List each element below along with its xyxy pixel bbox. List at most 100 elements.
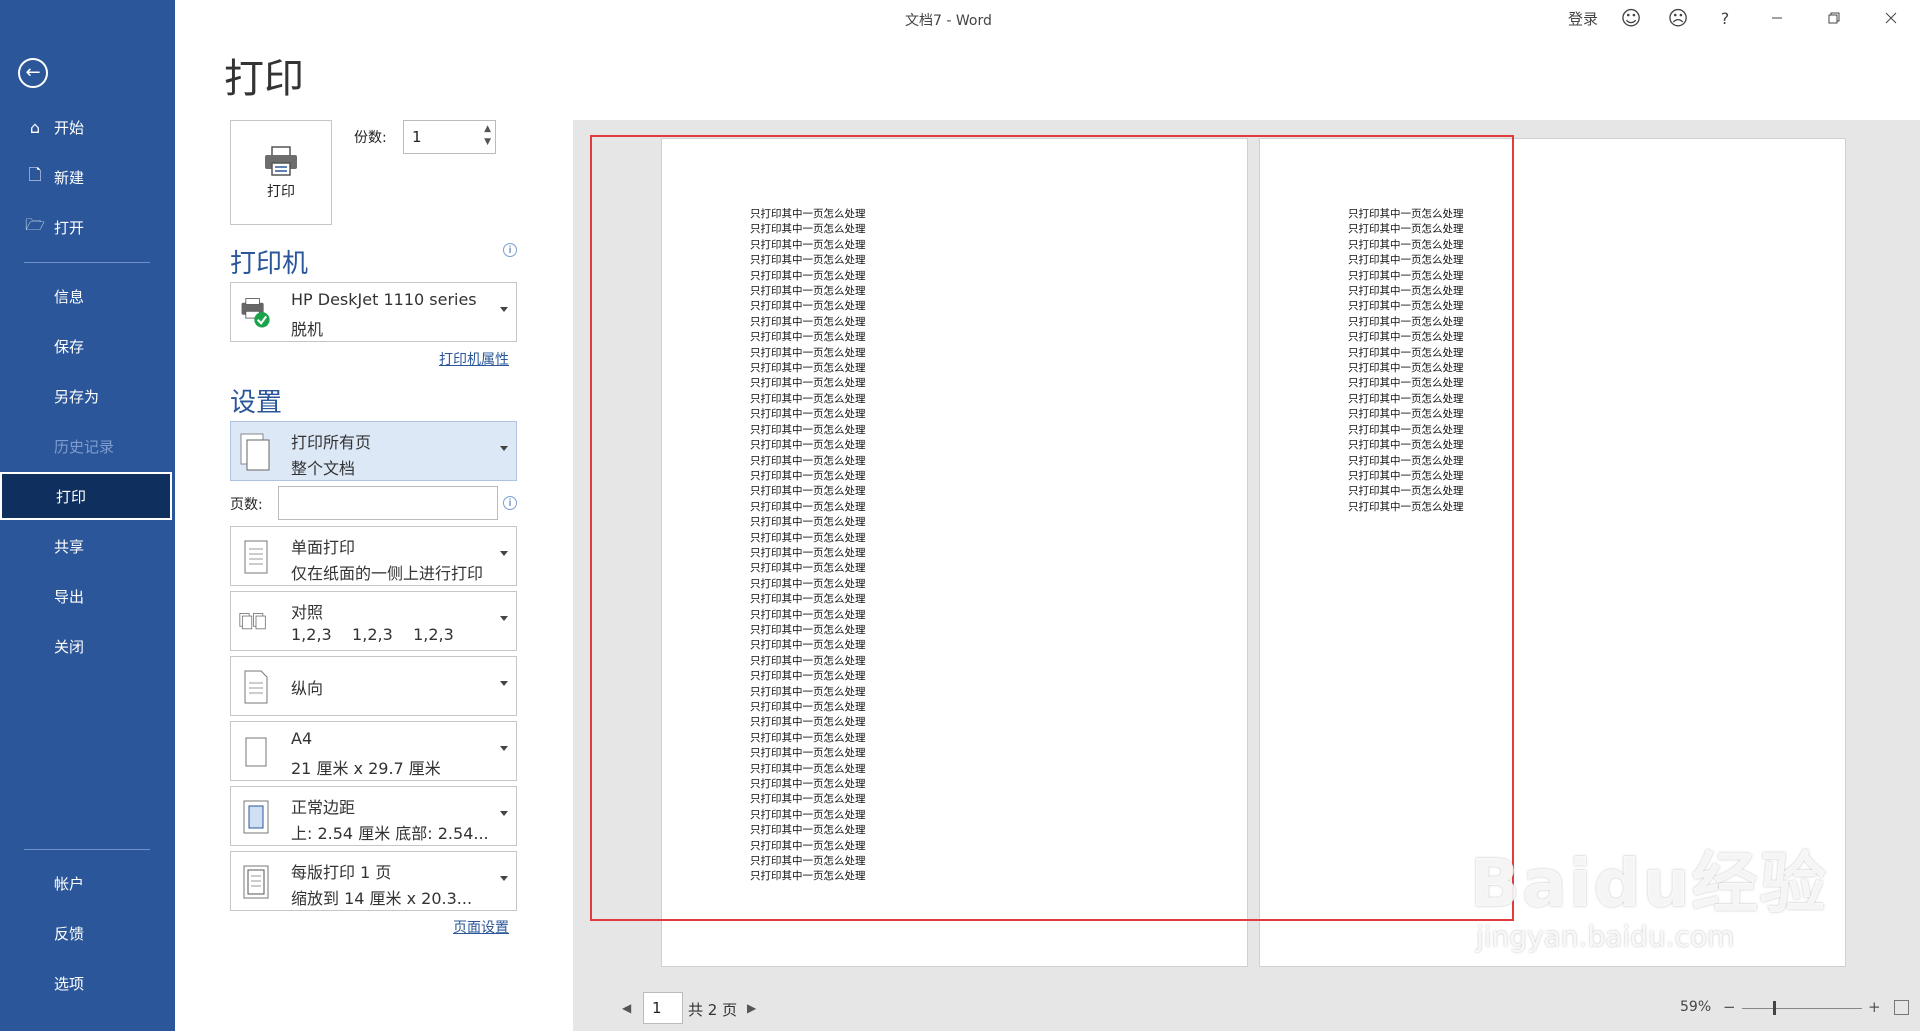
new-document-icon: 🗋 [28, 164, 42, 184]
single-sided-icon [244, 540, 268, 574]
sidebar-item-label: 选项 [54, 974, 85, 993]
sidebar-item-label: 导出 [54, 587, 85, 606]
zoom-slider[interactable] [1742, 1008, 1862, 1009]
back-arrow-icon[interactable]: ← [18, 58, 48, 88]
page-1-text: 只打印其中一页怎么处理 只打印其中一页怎么处理 只打印其中一页怎么处理 只打印其… [750, 208, 866, 883]
zoom-out-button[interactable]: − [1723, 998, 1736, 1016]
preview-navigation-bar [573, 985, 1920, 1031]
printer-status: 脱机 [291, 320, 324, 339]
chevron-down-icon [500, 307, 508, 312]
sidebar-item-label: 帐户 [54, 874, 85, 893]
sidebar-item-label: 关闭 [54, 637, 85, 656]
sidebar-item-label: 共享 [54, 537, 85, 556]
sidebar-item-label: 另存为 [54, 387, 100, 406]
fit-to-window-icon[interactable] [1894, 1000, 1909, 1015]
sidebar-item-save-as[interactable]: 另存为 [0, 372, 175, 420]
pages-per-sheet-dropdown[interactable]: 每版打印 1 页 缩放到 14 厘米 x 20.3... [230, 851, 517, 911]
frown-icon[interactable]: ☹ [1664, 6, 1692, 30]
margins-dropdown[interactable]: 正常边距 上: 2.54 厘米 底部: 2.54... [230, 786, 517, 846]
sidebar-item-new[interactable]: 🗋 新建 [0, 153, 175, 201]
zoom-slider-thumb[interactable] [1773, 1001, 1776, 1015]
sidebar-item-label: 打开 [54, 218, 85, 237]
copies-stepper[interactable]: 1 ▲ ▼ [403, 120, 496, 154]
chevron-down-icon [500, 446, 508, 451]
pages-stack-icon [240, 433, 270, 471]
sidebar-item-account[interactable]: 帐户 [0, 859, 175, 907]
title-bar: 文档7 - Word 登录 ☺ ☹ ? [175, 0, 1920, 36]
sidebar-item-label: 保存 [54, 337, 85, 356]
preview-page-1: 只打印其中一页怎么处理 只打印其中一页怎么处理 只打印其中一页怎么处理 只打印其… [661, 138, 1248, 967]
sidebar-item-label: 反馈 [54, 924, 85, 943]
paper-size-title: A4 [291, 729, 313, 748]
preview-page-2: 只打印其中一页怎么处理 只打印其中一页怎么处理 只打印其中一页怎么处理 只打印其… [1259, 138, 1846, 967]
folder-open-icon: 🗁 [25, 214, 45, 234]
settings-section-title: 设置 [230, 388, 283, 418]
sidebar-item-history: 历史记录 [0, 422, 175, 470]
page-title: 打印 [224, 56, 304, 102]
signin-link[interactable]: 登录 [1568, 6, 1598, 30]
paper-icon [245, 737, 267, 767]
printer-properties-link[interactable]: 打印机属性 [439, 349, 509, 369]
sides-dropdown[interactable]: 单面打印 仅在纸面的一侧上进行打印 [230, 526, 517, 586]
restore-icon[interactable] [1820, 6, 1848, 30]
previous-page-icon[interactable]: ◀ [622, 1001, 631, 1015]
page-setup-link[interactable]: 页面设置 [453, 917, 509, 937]
portrait-icon [244, 670, 268, 704]
help-button[interactable]: ? [1711, 6, 1739, 30]
printer-icon [265, 145, 297, 176]
close-icon[interactable] [1877, 6, 1905, 30]
chevron-down-icon [500, 551, 508, 556]
chevron-down-icon [500, 811, 508, 816]
sidebar-item-label: 历史记录 [54, 437, 115, 456]
sidebar-item-label: 开始 [54, 118, 85, 137]
copies-value: 1 [412, 128, 422, 146]
home-icon: ⌂ [29, 117, 41, 137]
collate-icon [239, 613, 266, 630]
sidebar-item-label: 信息 [54, 287, 85, 306]
pages-per-sheet-title: 每版打印 1 页 [291, 863, 392, 882]
smile-icon[interactable]: ☺ [1617, 6, 1645, 30]
orientation-title: 纵向 [291, 679, 324, 698]
info-icon[interactable]: i [503, 243, 517, 257]
print-button-label: 打印 [267, 183, 295, 200]
spinner-arrows-icon[interactable]: ▲ ▼ [484, 123, 491, 149]
sidebar-item-label: 新建 [54, 168, 85, 187]
printer-status-icon [241, 298, 270, 328]
paper-size-dropdown[interactable]: A4 21 厘米 x 29.7 厘米 [230, 721, 517, 781]
sidebar-item-print[interactable]: 打印 [0, 472, 172, 520]
printer-name: HP DeskJet 1110 series [291, 290, 477, 309]
collate-title: 对照 [291, 603, 324, 622]
zoom-level[interactable]: 59% [1680, 999, 1711, 1015]
sidebar-item-options[interactable]: 选项 [0, 959, 175, 1007]
sidebar-item-open[interactable]: 🗁 打开 [0, 203, 175, 251]
backstage-sidebar: ← ⌂ 开始 🗋 新建 🗁 打开 信息 保存 另存为 历史记录 打印 共享 导出… [0, 0, 175, 1031]
chevron-down-icon [500, 681, 508, 686]
sidebar-item-close[interactable]: 关闭 [0, 622, 175, 670]
pages-label: 页数: [230, 497, 263, 513]
sidebar-divider [24, 262, 150, 263]
sidebar-item-info[interactable]: 信息 [0, 272, 175, 320]
collate-dropdown[interactable]: 对照 1,2,3 1,2,3 1,2,3 [230, 591, 517, 651]
sides-title: 单面打印 [291, 538, 356, 557]
page-number-input[interactable]: 1 [643, 992, 683, 1024]
copies-label: 份数: [354, 130, 387, 146]
sidebar-item-export[interactable]: 导出 [0, 572, 175, 620]
next-page-icon[interactable]: ▶ [747, 1001, 756, 1015]
total-pages: 共 2 页 [688, 1001, 738, 1019]
pages-per-sheet-icon [243, 865, 269, 899]
sidebar-item-save[interactable]: 保存 [0, 322, 175, 370]
chevron-down-icon [500, 876, 508, 881]
margins-icon [243, 800, 269, 834]
pages-input[interactable] [278, 486, 498, 520]
minimize-icon[interactable] [1763, 6, 1791, 30]
printer-dropdown[interactable]: HP DeskJet 1110 series 脱机 [230, 282, 517, 342]
print-range-dropdown[interactable]: 打印所有页 整个文档 [230, 421, 517, 481]
sidebar-item-feedback[interactable]: 反馈 [0, 909, 175, 957]
info-icon[interactable]: i [503, 496, 517, 510]
orientation-dropdown[interactable]: 纵向 [230, 656, 517, 716]
print-button[interactable]: 打印 [230, 120, 332, 225]
sidebar-item-share[interactable]: 共享 [0, 522, 175, 570]
sidebar-item-home[interactable]: ⌂ 开始 [0, 103, 175, 151]
zoom-in-button[interactable]: + [1868, 998, 1881, 1016]
chevron-down-icon [500, 746, 508, 751]
